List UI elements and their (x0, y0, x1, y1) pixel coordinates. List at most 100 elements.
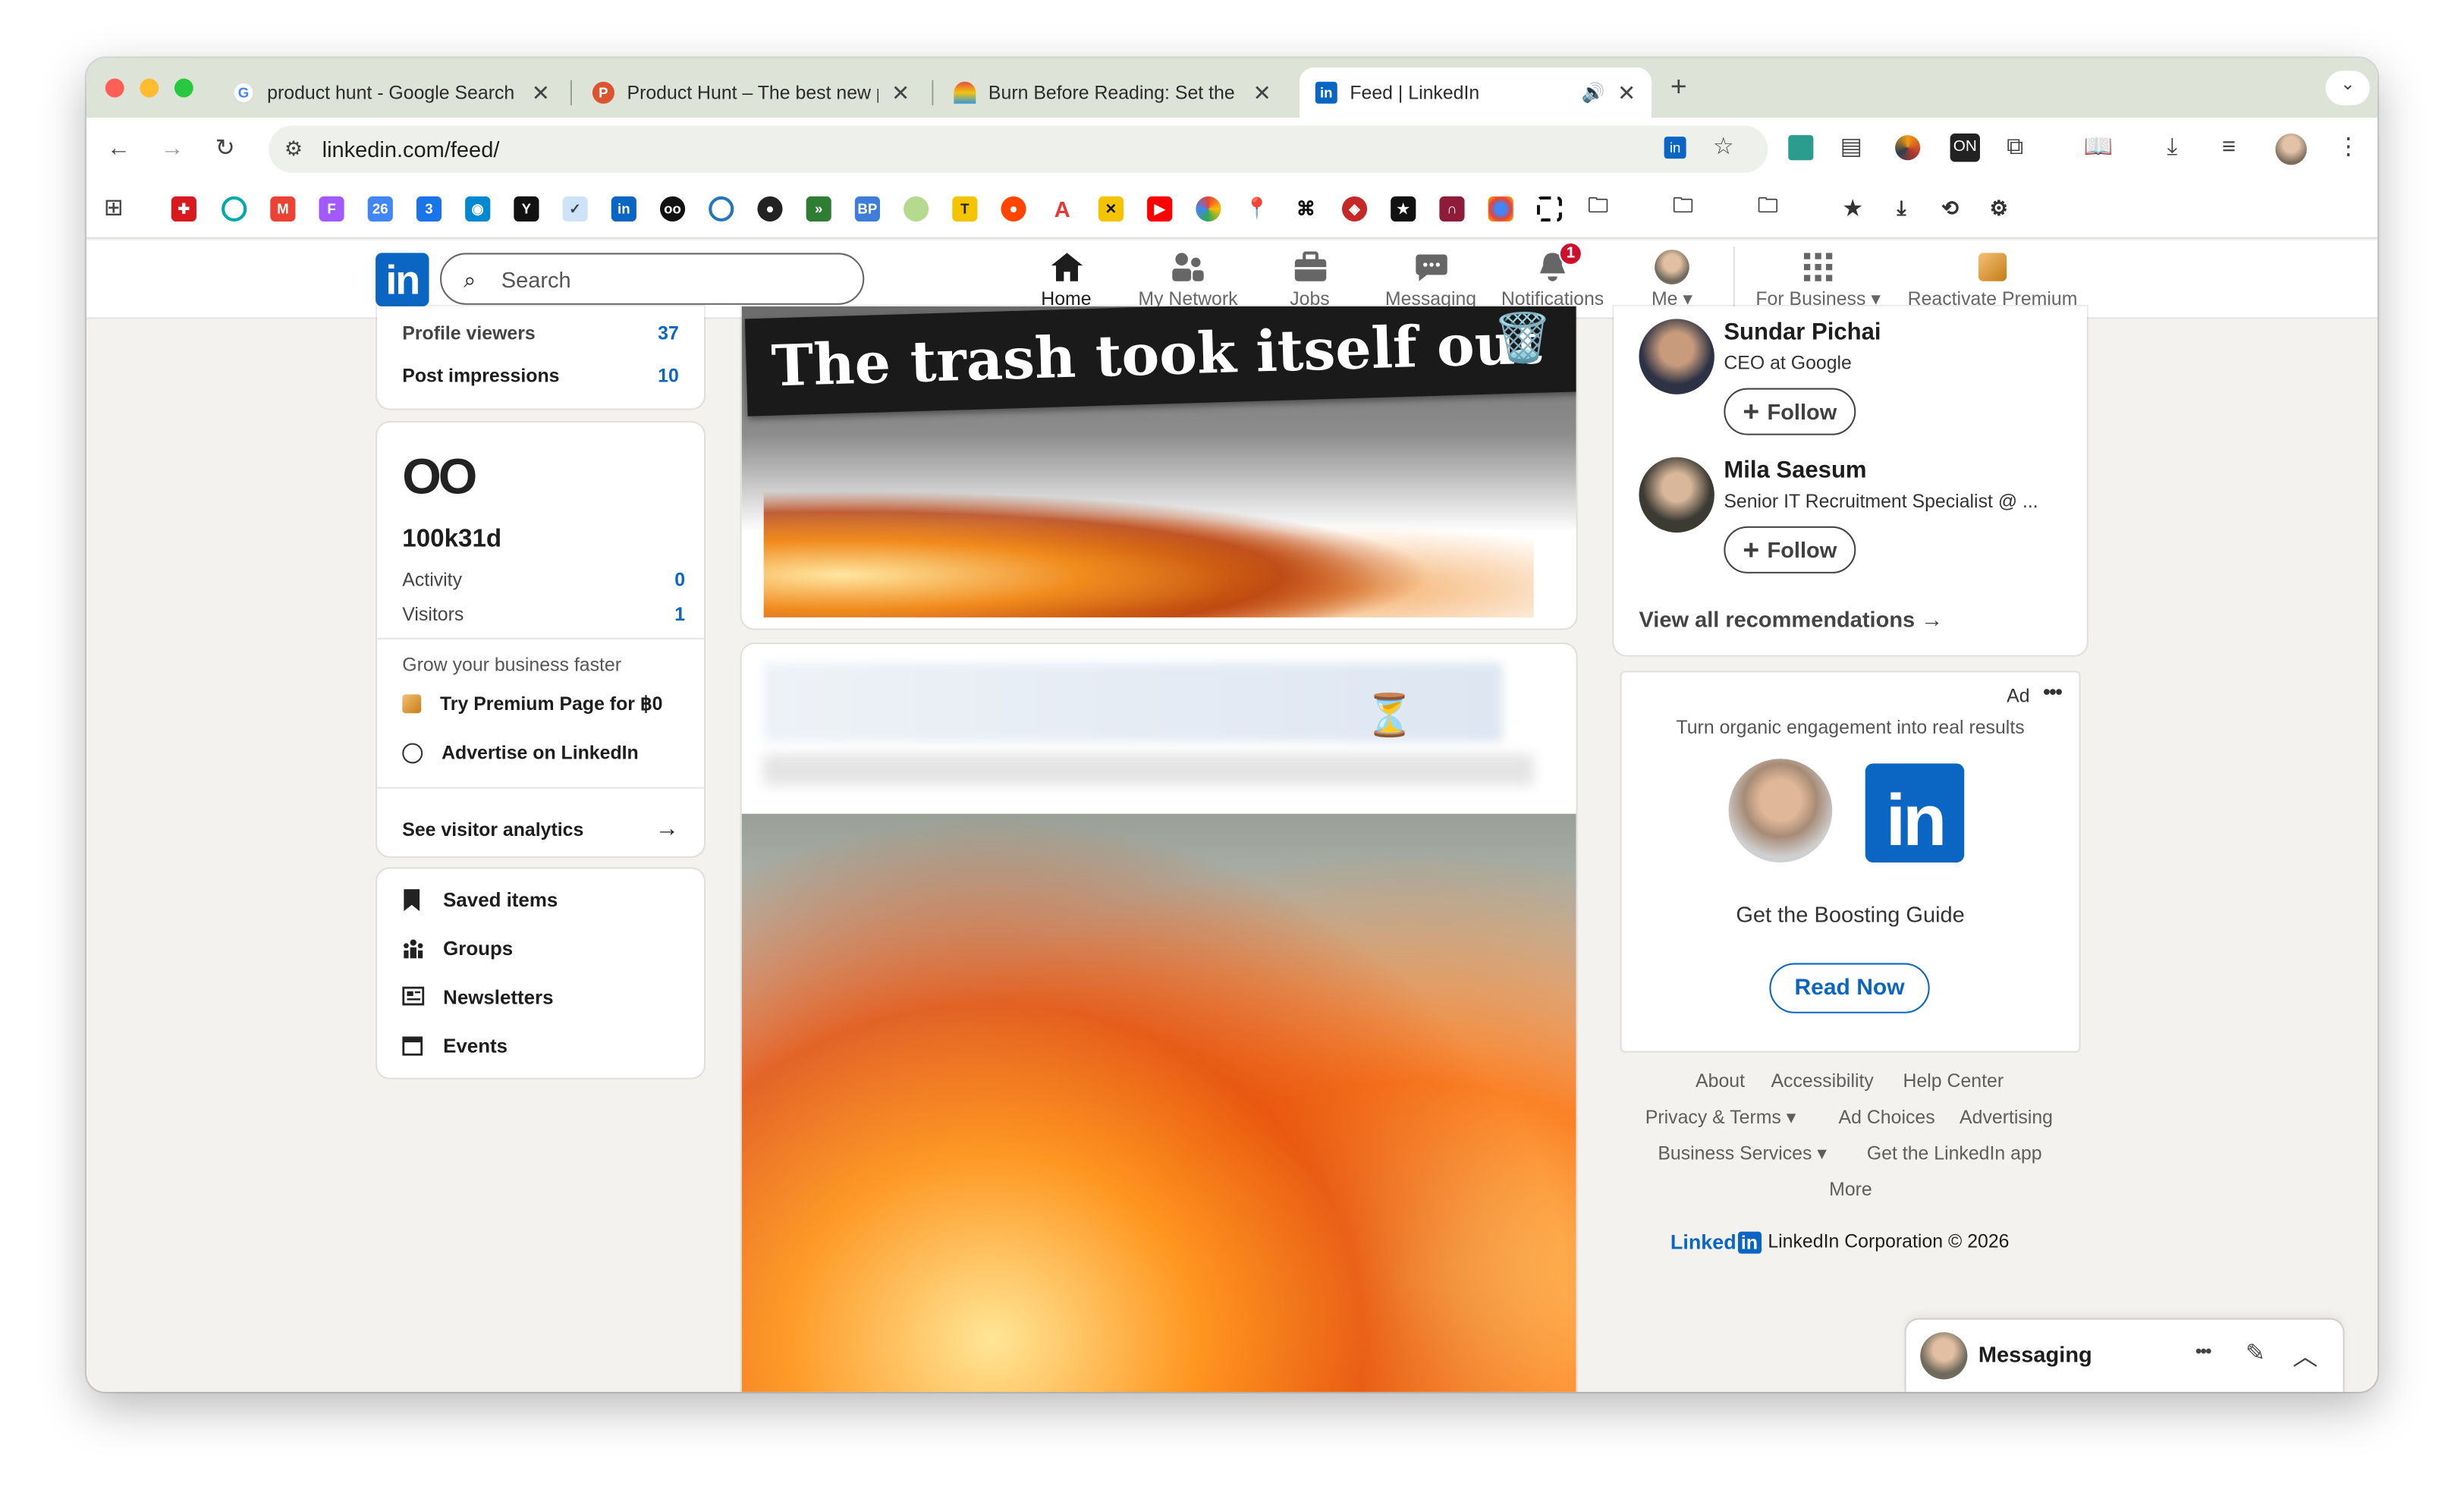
tab-burn-before-reading[interactable]: Burn Before Reading: Set the ✕ (938, 68, 1287, 118)
site-settings-icon[interactable]: ⚙ (284, 135, 303, 163)
address-bar[interactable]: ⚙ linkedin.com/feed/ in ☆ (269, 125, 1768, 173)
bookmark-icon[interactable]: A (1049, 196, 1075, 222)
bookmark-icon[interactable]: ◈ (1341, 196, 1368, 222)
bookmark-icon[interactable]: Y (514, 196, 539, 222)
bookmark-icon[interactable] (222, 196, 247, 222)
bookmark-icon[interactable]: 26 (367, 196, 393, 222)
view-all-recommendations-link[interactable]: View all recommendations → (1639, 606, 1943, 631)
chevron-up-icon[interactable]: ︿ (2293, 1335, 2318, 1373)
extension-icon[interactable] (1788, 135, 1814, 161)
visitor-analytics-link[interactable]: See visitor analytics → (402, 815, 679, 842)
reload-button[interactable]: ↻ (215, 135, 235, 163)
folder-icon[interactable]: 🗀 (1755, 193, 1780, 222)
bookmark-icon[interactable] (904, 196, 929, 222)
settings-icon[interactable]: ⚙ (1986, 196, 2012, 222)
saved-items-link[interactable]: Saved items (402, 889, 558, 912)
close-tab-icon[interactable]: ✕ (1617, 80, 1636, 106)
search-input[interactable]: ⌕ Search (439, 253, 865, 305)
youtube-icon[interactable]: ▶ (1147, 196, 1173, 222)
extension-icon[interactable] (1895, 135, 1921, 161)
forward-button[interactable]: → (160, 135, 184, 163)
page-logo[interactable]: OO (402, 448, 477, 506)
footer-more[interactable]: More (1829, 1178, 1872, 1200)
more-menu-icon[interactable]: ⋮ (2337, 134, 2360, 162)
feed-post-burning-1[interactable]: The trash took itself out 🗑️ (741, 306, 1576, 629)
speaker-icon[interactable]: 🔊 (1581, 82, 1604, 104)
footer-advertising[interactable]: Advertising (1960, 1106, 2053, 1128)
bookmark-icon[interactable]: ∩ (1439, 196, 1465, 222)
extension-on-icon[interactable]: ON (1950, 134, 1980, 162)
avatar[interactable] (1639, 319, 1714, 394)
bookmark-icon[interactable]: » (806, 196, 831, 222)
bookmark-icon[interactable]: ★ (1391, 196, 1416, 222)
star-bookmark-icon[interactable]: ★ (1840, 196, 1865, 222)
bookmark-icon[interactable]: T (952, 196, 978, 222)
footer-ad-choices[interactable]: Ad Choices (1839, 1106, 1935, 1128)
bookmark-icon[interactable]: ✓ (562, 196, 588, 222)
visitors-value[interactable]: 1 (674, 603, 685, 625)
maximize-window-button[interactable] (174, 78, 193, 98)
newsletters-link[interactable]: Newsletters (402, 986, 554, 1009)
recommendation-name[interactable]: Sundar Pichai (1724, 319, 1881, 345)
more-icon[interactable]: ••• (2195, 1340, 2212, 1362)
linkedin-logo[interactable]: in (376, 253, 429, 306)
try-premium-page-link[interactable]: Try Premium Page for ฿0 (402, 693, 662, 715)
maps-icon[interactable]: 📍 (1244, 196, 1270, 222)
footer-get-app[interactable]: Get the LinkedIn app (1867, 1142, 2042, 1164)
github-icon[interactable]: ● (757, 196, 783, 222)
follow-button[interactable]: + Follow (1724, 388, 1856, 435)
compose-icon[interactable]: ✎ (2246, 1338, 2265, 1367)
events-link[interactable]: Events (402, 1035, 508, 1057)
avatar[interactable] (1639, 457, 1714, 533)
close-tab-icon[interactable]: ✕ (532, 80, 550, 106)
reading-list-icon[interactable]: 📖 (2084, 134, 2114, 162)
close-tab-icon[interactable]: ✕ (891, 80, 910, 106)
tab-google-search[interactable]: G product hunt - Google Search ✕ (217, 68, 566, 118)
close-tab-icon[interactable]: ✕ (1252, 80, 1271, 106)
history-icon[interactable]: ⟲ (1938, 196, 1963, 222)
bookmark-star-icon[interactable]: ☆ (1713, 134, 1734, 162)
messaging-bar[interactable]: Messaging ••• ✎ ︿ (1906, 1319, 2343, 1392)
bookmark-icon[interactable]: 3 (416, 196, 442, 222)
activity-value[interactable]: 0 (674, 569, 685, 591)
apps-grid-icon[interactable]: ⊞ (104, 195, 124, 223)
advertise-link[interactable]: Advertise on LinkedIn (402, 742, 639, 764)
footer-accessibility[interactable]: Accessibility (1771, 1070, 1873, 1092)
footer-privacy-terms[interactable]: Privacy & Terms ▾ (1645, 1106, 1796, 1128)
footer-help-center[interactable]: Help Center (1903, 1070, 2004, 1092)
profile-viewers-value[interactable]: 37 (658, 322, 679, 344)
bookmark-icon[interactable]: BP (854, 196, 880, 222)
bookmark-icon[interactable]: F (319, 196, 344, 222)
folder-icon[interactable]: 🗀 (1670, 193, 1696, 222)
post-impressions-value[interactable]: 10 (658, 364, 679, 386)
bookmark-icon[interactable]: in (611, 196, 636, 222)
reader-icon[interactable]: ▤ (1840, 134, 1862, 162)
tab-product-hunt[interactable]: P Product Hunt – The best new products i… (577, 68, 926, 118)
groups-link[interactable]: Groups (402, 938, 513, 960)
tab-linkedin-feed[interactable]: in Feed | LinkedIn 🔊 ✕ (1300, 68, 1652, 118)
bookmark-icon[interactable] (1488, 196, 1513, 222)
reddit-icon[interactable]: ● (1001, 196, 1026, 222)
bookmark-icon[interactable]: M (270, 196, 296, 222)
bookmark-icon[interactable] (1196, 196, 1221, 222)
linkedin-extension-icon[interactable]: in (1664, 137, 1686, 159)
download-bookmark-icon[interactable]: ⤓ (1888, 196, 1914, 222)
downloads-icon[interactable]: ⤓ (2167, 134, 2177, 162)
extensions-puzzle-icon[interactable]: ⧉ (2007, 134, 2023, 162)
visitors-label[interactable]: Visitors (402, 603, 464, 625)
ad-more-icon[interactable]: ••• (2043, 679, 2063, 704)
bookmark-icon[interactable] (709, 196, 734, 222)
new-tab-button[interactable]: + (1670, 72, 1687, 100)
bookmark-icon[interactable]: oo (659, 196, 686, 222)
profile-viewers-label[interactable]: Profile viewers (402, 322, 535, 344)
post-impressions-label[interactable]: Post impressions (402, 364, 559, 386)
bookmark-icon[interactable]: ✕ (1098, 196, 1124, 222)
tab-search-button[interactable]: ⌄ (2325, 71, 2370, 105)
recommendation-name[interactable]: Mila Saesum (1724, 457, 1866, 484)
media-control-icon[interactable]: ≡ (2222, 134, 2236, 162)
profile-avatar[interactable] (2275, 134, 2307, 165)
activity-label[interactable]: Activity (402, 569, 462, 591)
bookmark-icon[interactable]: ✚ (171, 196, 196, 222)
bookmark-icon[interactable] (1536, 196, 1562, 222)
close-window-button[interactable] (105, 78, 124, 98)
